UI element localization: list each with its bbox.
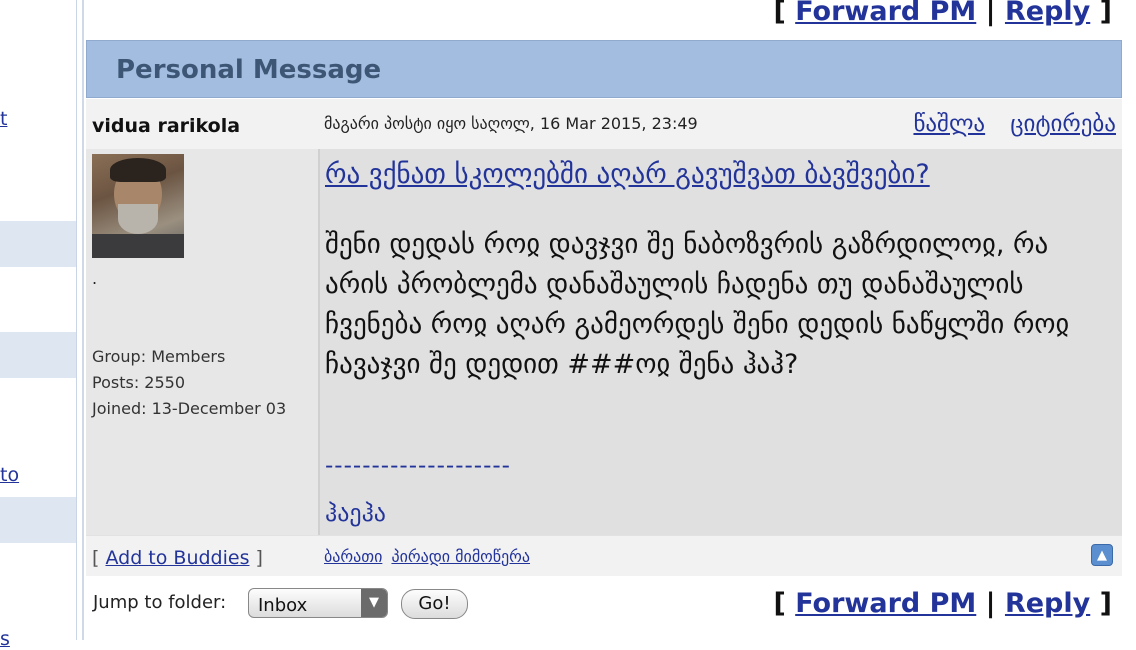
profile-card-link[interactable]: ბარათი <box>324 547 382 566</box>
quote-link[interactable]: ციტირება <box>1010 111 1116 137</box>
bottom-actions: [ Forward PM | Reply ] <box>773 588 1112 619</box>
avatar[interactable] <box>92 154 184 258</box>
avatar-coat <box>92 234 184 258</box>
sidebar-band-1 <box>0 221 76 267</box>
sidebar-band-3 <box>0 497 76 543</box>
reply-link-bottom[interactable]: Reply <box>1005 588 1090 619</box>
message-column: რა ვქნათ სკოლებში აღარ გავუშვათ ბავშვები… <box>320 149 1122 535</box>
private-message-link[interactable]: პირადი მიმოწერა <box>391 547 530 566</box>
scroll-top-button[interactable]: ▲ <box>1091 544 1113 566</box>
profile-links: ბარათი პირადი მიმოწერა <box>324 547 534 566</box>
avatar-beard <box>118 204 158 234</box>
folder-select-value: Inbox <box>258 595 308 616</box>
buddies-wrap: [ Add to Buddies ] <box>92 547 263 569</box>
sidebar-band-2 <box>0 332 76 378</box>
message-subject[interactable]: რა ვქნათ სკოლებში აღარ გავუშვათ ბავშვები… <box>325 159 930 190</box>
post-info-row: vidua rarikola მაგარი პოსტი იყო საღოლ, 1… <box>86 99 1122 149</box>
jump-folder-label: Jump to folder: <box>93 592 227 613</box>
sidebar-link-3[interactable]: s <box>0 628 10 650</box>
sidebar-link-1[interactable]: t <box>0 108 7 130</box>
left-sidebar: t to s <box>0 0 77 650</box>
arrow-up-icon: ▲ <box>1097 547 1107 563</box>
message-body: შენი დედას როჲ დავჯვი შე ნაბოზვრის გაზრდ… <box>325 229 1070 380</box>
user-info-column: . Group: Members Posts: 2550 Joined: 13-… <box>86 149 320 535</box>
post-footer-row: [ Add to Buddies ] ბარათი პირადი მიმოწერ… <box>86 535 1122 576</box>
bracket-close: ] <box>1099 0 1112 27</box>
bracket-open: [ <box>773 0 786 27</box>
forward-pm-link-bottom[interactable]: Forward PM <box>795 588 976 619</box>
forward-pm-link[interactable]: Forward PM <box>795 0 976 27</box>
separator: | <box>985 0 996 27</box>
user-dot: . <box>92 269 98 288</box>
user-joined: Joined: 13-December 03 <box>92 399 287 418</box>
post-actions: წაშლა ციტირება <box>895 111 1116 137</box>
content-border <box>82 0 84 640</box>
chevron-down-icon: ▼ <box>361 589 387 617</box>
bottom-bracket-close: ] <box>1099 588 1112 619</box>
user-posts: Posts: 2550 <box>92 373 186 392</box>
buddies-bracket-close: ] <box>255 547 263 569</box>
signature-text: ჰაეჰა <box>325 499 386 527</box>
bottom-bracket-open: [ <box>773 588 786 619</box>
reply-link[interactable]: Reply <box>1005 0 1090 27</box>
bottom-separator: | <box>985 588 996 619</box>
top-actions: [ Forward PM | Reply ] <box>773 0 1112 27</box>
post-meta: მაგარი პოსტი იყო საღოლ, 16 Mar 2015, 23:… <box>324 114 698 133</box>
go-button[interactable]: Go! <box>401 589 468 619</box>
sidebar-link-2[interactable]: to <box>0 464 19 486</box>
delete-link[interactable]: წაშლა <box>913 111 985 137</box>
user-stats: Group: Members Posts: 2550 Joined: 13-De… <box>92 344 286 422</box>
avatar-hair <box>110 158 166 182</box>
author-name: vidua rarikola <box>92 115 241 137</box>
user-group: Group: Members <box>92 347 226 366</box>
signature-divider: -------------------- <box>325 453 511 479</box>
add-to-buddies-link[interactable]: Add to Buddies <box>105 547 249 569</box>
folder-select[interactable]: Inbox ▼ <box>248 588 388 618</box>
page-title: Personal Message <box>116 55 382 85</box>
buddies-bracket-open: [ <box>92 547 100 569</box>
pm-header: Personal Message <box>86 40 1122 98</box>
